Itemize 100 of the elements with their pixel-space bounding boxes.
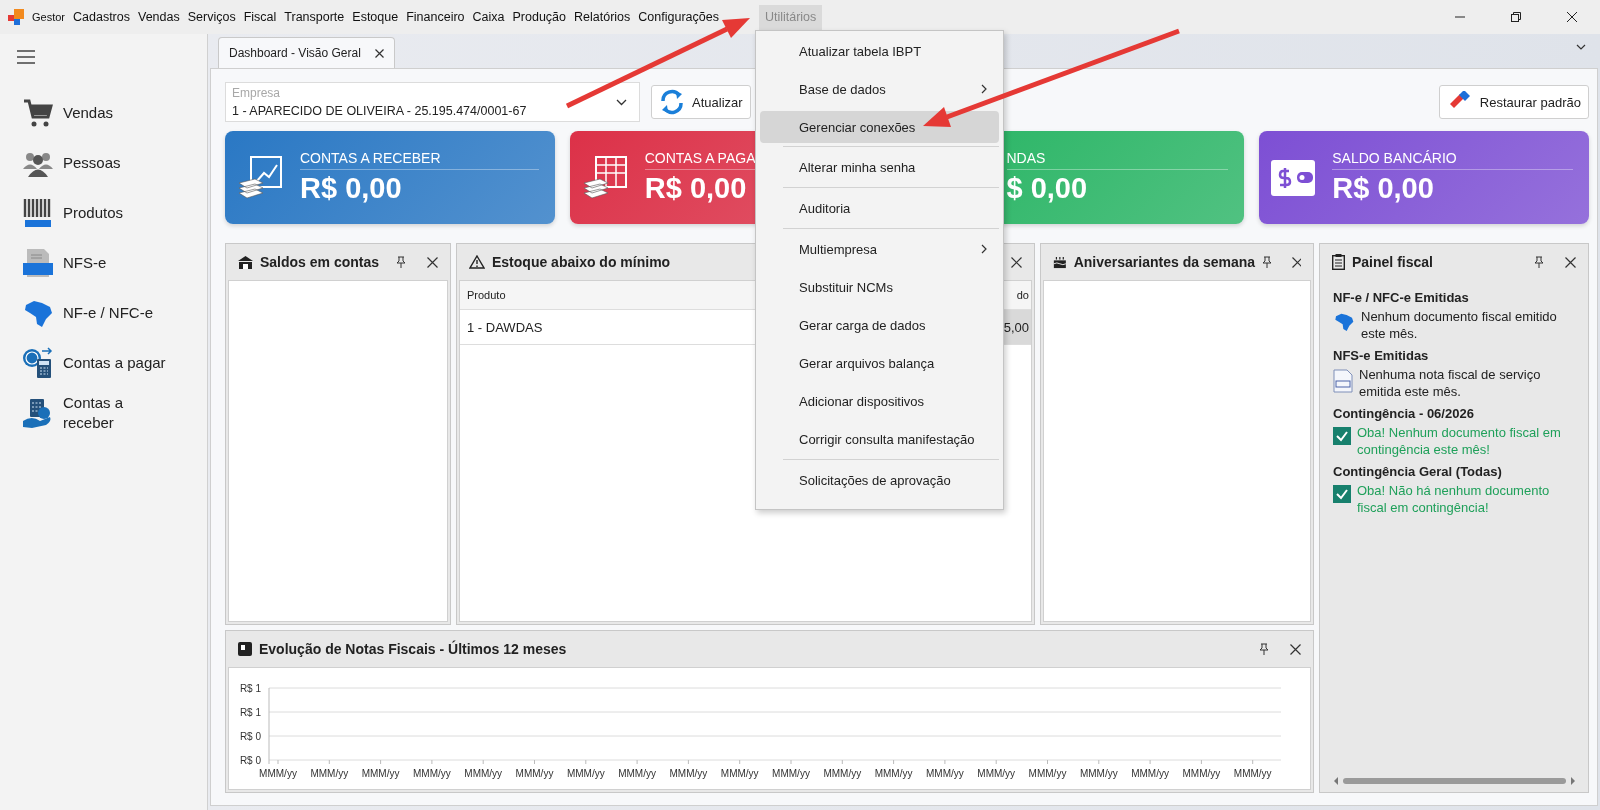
axis-label: R$ 0 xyxy=(239,731,261,742)
arrow-right-icon[interactable] xyxy=(1570,777,1576,785)
sidebar-item[interactable]: NFS-e xyxy=(63,253,107,273)
section-heading: Contingência Geral (Todas) xyxy=(1333,464,1503,479)
pin-icon[interactable] xyxy=(1262,256,1271,268)
axis-label: MMM/yy xyxy=(361,768,400,779)
axis-label: MMM/yy xyxy=(310,768,349,779)
panel-title: Saldos em contas xyxy=(260,254,381,270)
menu-item[interactable]: Gerar arquivos balança xyxy=(760,344,999,382)
axis-label: MMM/yy xyxy=(1131,768,1169,779)
money-stack-icon xyxy=(581,154,628,201)
scrollbar[interactable] xyxy=(1333,776,1576,786)
menu-item[interactable]: Solicitações de aprovação xyxy=(760,461,999,499)
section-heading: NFS-e Emitidas xyxy=(1333,348,1430,363)
axis-label: MMM/yy xyxy=(926,768,964,779)
pin-icon[interactable] xyxy=(1259,643,1269,655)
menu-item[interactable]: Vendas xyxy=(134,4,184,30)
pin-icon[interactable] xyxy=(1534,256,1544,268)
sidebar-item[interactable]: Pessoas xyxy=(63,153,121,173)
menu-item[interactable]: Gestor xyxy=(29,4,69,30)
close-icon[interactable] xyxy=(1011,256,1022,268)
panel-title: Estoque abaixo do mínimo xyxy=(492,254,671,270)
menu-icon[interactable] xyxy=(17,50,35,64)
axis-label: MMM/yy xyxy=(823,768,862,779)
axis-label: MMM/yy xyxy=(259,768,297,779)
panel-title: Evolução de Notas Fiscais - Últimos 12 meses xyxy=(259,641,568,657)
restore-icon xyxy=(1510,11,1522,23)
cart-icon xyxy=(22,97,54,129)
close-icon[interactable] xyxy=(374,48,384,58)
sidebar-item[interactable]: Produtos xyxy=(63,203,124,223)
tab[interactable]: Dashboard - Visão Geral xyxy=(218,37,395,68)
menu-item[interactable]: Atualizar tabela IBPT xyxy=(760,32,999,70)
coin-calculator-icon xyxy=(22,347,54,379)
panel-title: Aniversariantes da semana xyxy=(1073,254,1256,270)
sidebar-item[interactable]: Contas a receber xyxy=(63,393,173,433)
menu-item[interactable]: Financeiro xyxy=(402,4,469,30)
axis-label: MMM/yy xyxy=(1233,768,1272,779)
axis-label: MMM/yy xyxy=(566,768,605,779)
menu-item[interactable]: Corrigir consulta manifestação xyxy=(760,420,999,458)
menu-item[interactable]: Gerenciar conexões xyxy=(760,111,999,143)
menu-item[interactable]: Caixa xyxy=(468,4,509,30)
status-message: Oba! Não há nenhum documento fiscal em contingência! xyxy=(1357,482,1551,516)
chevron-right-icon xyxy=(981,84,987,94)
box-icon xyxy=(238,642,252,656)
axis-label: MMM/yy xyxy=(464,768,503,779)
axis-label: MMM/yy xyxy=(1028,768,1067,779)
field-value: 1 - APARECIDO DE OLIVEIRA - 25.195.474/0001-67 xyxy=(232,104,528,118)
company-select[interactable]: Empresa 1 - APARECIDO DE OLIVEIRA - 25.195.474/0001-67 xyxy=(225,82,640,122)
menu-item[interactable]: Cadastros xyxy=(69,4,134,30)
caret-icon[interactable] xyxy=(1576,44,1586,50)
card-value: $ 0,00 xyxy=(1006,172,1089,205)
menu-item[interactable]: Serviços xyxy=(183,4,240,30)
status-message: Nenhuma nota fiscal de serviço emitida este mês. xyxy=(1359,366,1542,400)
close-icon xyxy=(1566,11,1578,23)
cake-icon xyxy=(1053,255,1067,269)
caret-icon xyxy=(616,98,627,106)
axis-label: MMM/yy xyxy=(669,768,708,779)
table-cell: 1 - DAWDAS xyxy=(467,319,543,335)
menu-item[interactable]: Relatórios xyxy=(570,4,635,30)
close-icon[interactable] xyxy=(1565,256,1576,268)
clipboard-icon xyxy=(1332,254,1345,270)
card-title: SALDO BANCÁRIO xyxy=(1332,150,1573,170)
app-logo-icon xyxy=(8,9,24,25)
money-stack-icon xyxy=(237,154,283,201)
menu-item[interactable]: Multiempresa xyxy=(760,230,999,268)
axis-label: R$ 0 xyxy=(239,755,261,766)
sidebar-item[interactable]: Contas a pagar xyxy=(63,353,166,373)
barcode-icon xyxy=(22,197,54,229)
menu-item[interactable]: Produção xyxy=(508,4,571,30)
card-value: R$ 0,00 xyxy=(300,172,403,205)
close-icon[interactable] xyxy=(1290,643,1301,655)
status-message: Nenhum documento fiscal emitido este mês. xyxy=(1361,308,1558,342)
sidebar-item[interactable]: Vendas xyxy=(63,103,114,123)
arrow-left-icon[interactable] xyxy=(1333,777,1339,785)
close-icon[interactable] xyxy=(427,256,438,268)
sidebar-item[interactable]: NF-e / NFC-e xyxy=(63,303,153,323)
menu-item[interactable]: Estoque xyxy=(348,4,403,30)
menu-item[interactable]: Base de dados xyxy=(760,70,999,108)
menu-item[interactable]: Transporte xyxy=(280,4,349,30)
pin-icon[interactable] xyxy=(396,256,406,268)
refresh-icon xyxy=(659,89,685,115)
menu-item[interactable]: Substituir NCMs xyxy=(760,268,999,306)
close-icon[interactable] xyxy=(1291,256,1301,268)
restore-button[interactable]: Restaurar padrão xyxy=(1438,85,1589,119)
menu-item[interactable]: Fiscal xyxy=(239,4,281,30)
chevron-right-icon xyxy=(981,244,987,254)
axis-label: R$ 1 xyxy=(239,707,261,718)
menu-item[interactable]: Auditoria xyxy=(760,189,999,227)
menu-item[interactable]: Configurações xyxy=(634,4,723,30)
axis-label: MMM/yy xyxy=(515,768,554,779)
card-title: NDAS xyxy=(1006,150,1229,170)
axis-label: MMM/yy xyxy=(720,768,759,779)
section-heading: Contingência - 06/2026 xyxy=(1333,406,1475,421)
axis-label: MMM/yy xyxy=(413,768,451,779)
menu-item[interactable]: Adicionar dispositivos xyxy=(760,382,999,420)
card-value: R$ 0,00 xyxy=(644,172,748,205)
field-label: Empresa xyxy=(232,86,282,100)
axis-label: MMM/yy xyxy=(1079,768,1118,779)
card-title: CONTAS A RECEBER xyxy=(300,150,539,170)
refresh-button[interactable]: Atualizar xyxy=(651,85,751,119)
